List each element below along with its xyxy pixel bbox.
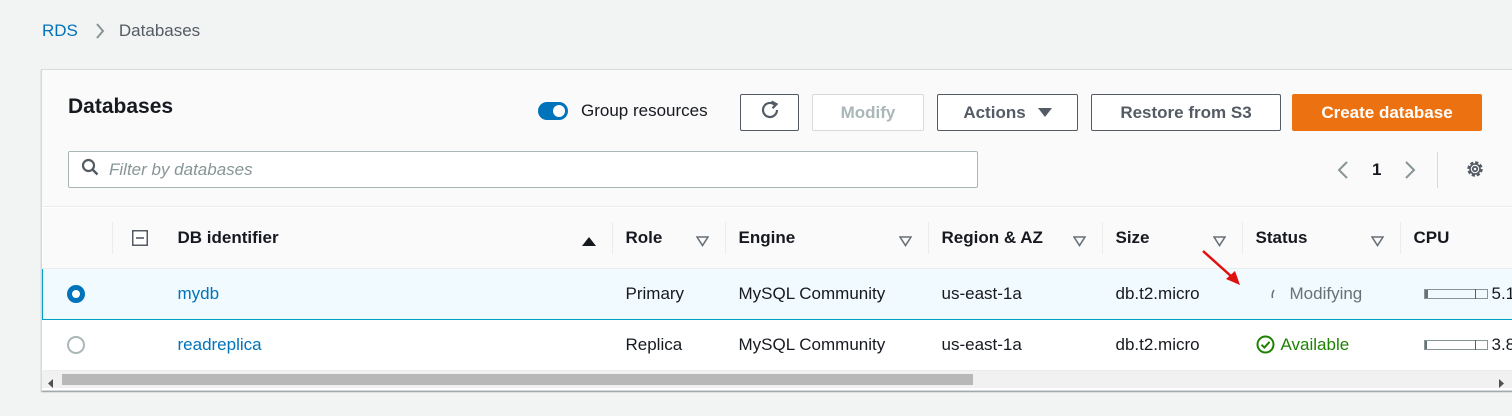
actions-label: Actions bbox=[963, 102, 1026, 122]
column-header-db-identifier[interactable]: DB identifier bbox=[163, 208, 612, 269]
gear-icon[interactable] bbox=[1464, 158, 1486, 185]
actions-button[interactable]: Actions bbox=[937, 94, 1078, 131]
cpu-cell: 5.1 bbox=[1399, 267, 1512, 320]
sort-descending-icon[interactable] bbox=[1370, 232, 1384, 252]
column-header-engine[interactable]: Engine bbox=[724, 208, 928, 269]
cpu-fill bbox=[1424, 340, 1427, 349]
sort-descending-icon[interactable] bbox=[695, 232, 709, 252]
databases-table: DB identifier Role Engine Region & AZ Si… bbox=[42, 208, 1512, 371]
region-cell: us-east-1a bbox=[927, 267, 1102, 320]
row-select-cell[interactable] bbox=[42, 319, 112, 371]
column-header-status[interactable]: Status bbox=[1241, 208, 1400, 269]
toggle-switch[interactable] bbox=[538, 102, 568, 120]
horizontal-scrollbar[interactable] bbox=[42, 371, 1512, 388]
panel-header: Databases Group resources Modify Actions… bbox=[42, 70, 1512, 207]
group-resources-label: Group resources bbox=[581, 101, 708, 120]
breadcrumb: RDS Databases bbox=[42, 20, 200, 42]
search-icon bbox=[81, 158, 99, 181]
filter-box[interactable] bbox=[68, 151, 978, 188]
row-select-cell[interactable] bbox=[42, 267, 112, 320]
cpu-value: 5.1 bbox=[1491, 283, 1512, 303]
breadcrumb-rds-link[interactable]: RDS bbox=[42, 21, 78, 41]
caret-down-icon bbox=[1037, 107, 1052, 118]
status-text: Modifying bbox=[1289, 283, 1363, 303]
sort-descending-icon[interactable] bbox=[1072, 232, 1086, 252]
scrollbar-thumb[interactable] bbox=[62, 374, 973, 385]
filter-input[interactable] bbox=[109, 159, 949, 180]
column-header-role[interactable]: Role bbox=[611, 208, 725, 269]
row-radio-selected[interactable] bbox=[67, 284, 85, 303]
db-identifier-link[interactable]: mydb bbox=[178, 284, 220, 303]
create-database-button[interactable]: Create database bbox=[1292, 94, 1482, 131]
table-header-row: DB identifier Role Engine Region & AZ Si… bbox=[42, 208, 1512, 269]
engine-cell: MySQL Community bbox=[724, 319, 928, 371]
check-circle-icon bbox=[1256, 335, 1275, 354]
cpu-value: 3.8 bbox=[1491, 334, 1512, 354]
cpu-fill bbox=[1424, 289, 1428, 298]
row-radio[interactable] bbox=[66, 335, 85, 354]
select-column-header bbox=[42, 208, 112, 269]
sort-descending-icon[interactable] bbox=[898, 232, 912, 252]
column-header-cpu[interactable]: CPU bbox=[1399, 208, 1512, 269]
modify-button[interactable]: Modify bbox=[812, 94, 924, 131]
region-cell: us-east-1a bbox=[927, 319, 1102, 371]
status-cell: Modifying bbox=[1241, 267, 1400, 320]
status-text: Available bbox=[1280, 334, 1350, 354]
annotation-arrow-icon bbox=[1200, 248, 1244, 293]
refresh-icon bbox=[759, 99, 781, 126]
role-cell: Replica bbox=[611, 319, 725, 371]
refresh-button[interactable] bbox=[740, 94, 799, 131]
size-cell: db.t2.micro bbox=[1101, 319, 1242, 371]
collapse-column-header bbox=[111, 208, 164, 269]
sort-ascending-icon[interactable] bbox=[581, 232, 596, 252]
current-page-number[interactable]: 1 bbox=[1372, 160, 1381, 180]
db-identifier-link[interactable]: readreplica bbox=[178, 335, 262, 354]
column-header-region-az[interactable]: Region & AZ bbox=[927, 208, 1102, 269]
pagination-divider bbox=[1437, 152, 1439, 188]
table-row[interactable]: readreplica Replica MySQL Community us-e… bbox=[42, 319, 1512, 371]
restore-from-s3-button[interactable]: Restore from S3 bbox=[1091, 94, 1281, 131]
chevron-right-icon bbox=[95, 23, 105, 39]
group-resources-toggle[interactable]: Group resources bbox=[538, 101, 708, 121]
breadcrumb-current: Databases bbox=[118, 21, 201, 40]
scroll-left-icon[interactable] bbox=[48, 375, 54, 393]
panel-title: Databases bbox=[68, 95, 174, 118]
spinner-icon bbox=[1270, 288, 1276, 300]
scroll-right-icon[interactable] bbox=[1498, 375, 1504, 393]
chevron-right-icon[interactable] bbox=[1397, 160, 1423, 180]
status-cell: Available bbox=[1241, 319, 1400, 371]
pagination: 1 bbox=[1330, 152, 1439, 188]
cpu-cell: 3.8 bbox=[1399, 319, 1512, 371]
engine-cell: MySQL Community bbox=[724, 267, 928, 320]
databases-panel: Databases Group resources Modify Actions… bbox=[41, 69, 1512, 391]
minus-square-icon[interactable] bbox=[131, 228, 148, 247]
role-cell: Primary bbox=[611, 267, 725, 320]
chevron-left-icon[interactable] bbox=[1330, 160, 1356, 180]
cpu-bar bbox=[1423, 339, 1488, 350]
cpu-bar bbox=[1423, 288, 1488, 299]
table-row[interactable]: mydb Primary MySQL Community us-east-1a … bbox=[42, 267, 1512, 320]
